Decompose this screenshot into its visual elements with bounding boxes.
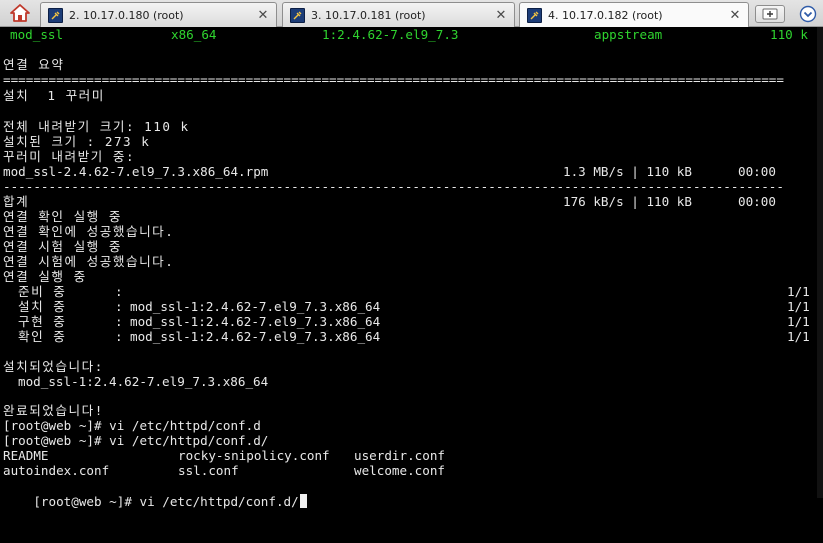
transaction-line: 연결 확인 실행 중: [3, 209, 122, 224]
prompt-text: [root@web ~]# vi /etc/httpd/conf.d/: [33, 494, 299, 509]
session-icon: [290, 7, 305, 23]
step-progress: 1/1: [787, 329, 810, 344]
ls-entry: welcome.conf: [354, 463, 445, 478]
transaction-line: 연결 확인에 성공했습니다.: [3, 224, 175, 239]
new-tab-icon: [762, 8, 778, 20]
step-detail: mod_ssl-1:2.4.62-7.el9_7.3.x86_64: [130, 314, 381, 329]
tab-session-3[interactable]: 3. 10.17.0.181 (root) ✕: [282, 2, 515, 27]
step-row: 구현 중 : mod_ssl-1:2.4.62-7.el9_7.3.x86_64…: [0, 314, 823, 330]
total-time: 00:00: [738, 194, 776, 209]
step-detail: mod_ssl-1:2.4.62-7.el9_7.3.x86_64: [130, 329, 381, 344]
package-size: 110 k: [770, 27, 808, 42]
download-file: mod_ssl-2.4.62-7.el9_7.3.x86_64.rpm: [3, 164, 269, 179]
command-line: [root@web ~]# vi /etc/httpd/conf.d/: [3, 433, 269, 448]
ls-entry: ssl.conf: [178, 463, 239, 478]
tab-label: 3. 10.17.0.181 (root): [311, 8, 426, 22]
ls-entry: README: [3, 448, 49, 463]
package-version: 1:2.4.62-7.el9_7.3: [322, 27, 459, 42]
step-progress: 1/1: [787, 284, 810, 299]
step-row: 확인 중 : mod_ssl-1:2.4.62-7.el9_7.3.x86_64…: [0, 329, 823, 345]
ls-row: autoindex.conf ssl.conf welcome.conf: [0, 463, 823, 479]
tab-session-4[interactable]: 4. 10.17.0.182 (root) ✕: [519, 2, 749, 28]
terminal-output[interactable]: mod_ssl x86_64 1:2.4.62-7.el9_7.3 appstr…: [0, 27, 823, 509]
package-row: mod_ssl x86_64 1:2.4.62-7.el9_7.3 appstr…: [0, 27, 823, 43]
tab-bar: 2. 10.17.0.180 (root) ✕ 3. 10.17.0.181 (…: [0, 0, 823, 28]
step-colon: :: [115, 314, 123, 329]
new-tab-button[interactable]: [755, 5, 785, 23]
step-colon: :: [115, 284, 123, 299]
home-icon: [10, 4, 30, 22]
close-icon[interactable]: ✕: [728, 9, 742, 23]
ls-entry: autoindex.conf: [3, 463, 110, 478]
total-download-size: 전체 내려받기 크기: 110 k: [3, 119, 190, 134]
ls-row: README rocky-snipolicy.conf userdir.conf: [0, 448, 823, 464]
scrollbar[interactable]: [817, 27, 823, 498]
step-colon: :: [115, 299, 123, 314]
tab-label: 2. 10.17.0.180 (root): [69, 8, 184, 22]
installed-header: 설치되었습니다:: [3, 359, 104, 374]
session-icon: [48, 7, 63, 23]
package-repo: appstream: [594, 27, 663, 42]
install-summary: 설치 1 꾸러미: [3, 88, 105, 103]
close-icon[interactable]: ✕: [494, 8, 508, 22]
step-row: 설치 중 : mod_ssl-1:2.4.62-7.el9_7.3.x86_64…: [0, 299, 823, 315]
package-arch: x86_64: [171, 27, 217, 42]
complete-message: 완료되었습니다!: [3, 403, 104, 418]
close-icon[interactable]: ✕: [256, 8, 270, 22]
download-row: mod_ssl-2.4.62-7.el9_7.3.x86_64.rpm 1.3 …: [0, 164, 823, 180]
installed-package: mod_ssl-1:2.4.62-7.el9_7.3.x86_64: [18, 374, 269, 389]
step-label: 확인 중: [18, 329, 67, 344]
transaction-line: 연결 실행 중: [3, 269, 87, 284]
installed-size: 설치된 크기 : 273 k: [3, 134, 151, 149]
prompt-line[interactable]: [root@web ~]# vi /etc/httpd/conf.d/: [3, 478, 307, 509]
step-progress: 1/1: [787, 314, 810, 329]
total-speed: 176 kB/s | 110 kB: [563, 194, 692, 209]
downloading-header: 꾸러미 내려받기 중:: [3, 149, 136, 164]
tab-session-2[interactable]: 2. 10.17.0.180 (root) ✕: [40, 2, 277, 27]
summary-title: 연결 요약: [3, 57, 65, 72]
dash-rule: ----------------------------------------…: [3, 179, 784, 194]
total-row: 합계 176 kB/s | 110 kB 00:00: [0, 194, 823, 210]
step-label: 준비 중: [18, 284, 67, 299]
command-line: [root@web ~]# vi /etc/httpd/conf.d: [3, 418, 261, 433]
double-rule: ========================================…: [3, 72, 784, 87]
text-cursor: [299, 494, 307, 508]
tab-label: 4. 10.17.0.182 (root): [548, 9, 663, 22]
step-detail: mod_ssl-1:2.4.62-7.el9_7.3.x86_64: [130, 299, 381, 314]
transaction-line: 연결 시험 실행 중: [3, 239, 122, 254]
tab-menu-button[interactable]: [796, 3, 820, 24]
menu-icon: [799, 5, 817, 22]
ls-entry: userdir.conf: [354, 448, 445, 463]
download-time: 00:00: [738, 164, 776, 179]
step-progress: 1/1: [787, 299, 810, 314]
home-button[interactable]: [4, 2, 36, 24]
step-colon: :: [115, 329, 123, 344]
ls-entry: rocky-snipolicy.conf: [178, 448, 330, 463]
transaction-line: 연결 시험에 성공했습니다.: [3, 254, 175, 269]
step-label: 설치 중: [18, 299, 67, 314]
total-label: 합계: [3, 194, 30, 209]
step-row: 준비 중 : 1/1: [0, 284, 823, 300]
step-label: 구현 중: [18, 314, 67, 329]
session-icon: [527, 8, 542, 23]
package-name: mod_ssl: [10, 27, 64, 42]
download-speed: 1.3 MB/s | 110 kB: [563, 164, 692, 179]
